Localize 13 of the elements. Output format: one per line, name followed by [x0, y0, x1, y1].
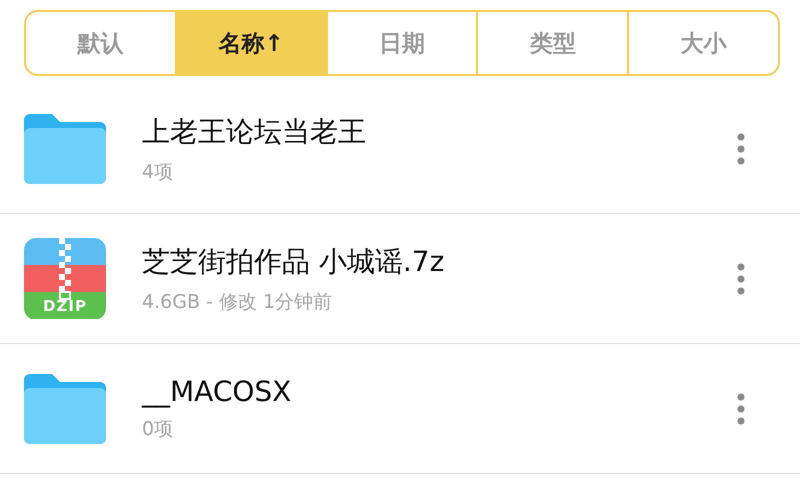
file-name: __MACOSX — [142, 375, 292, 408]
file-detail: 4项 — [142, 160, 174, 184]
file-name: 芝芝街拍作品 小城谣.7z — [142, 244, 446, 280]
sort-tab[interactable]: 名称↑ — [174, 12, 326, 74]
more-icon[interactable] — [736, 262, 746, 294]
sort-tab[interactable]: 大小 — [627, 12, 778, 74]
more-icon[interactable] — [736, 132, 746, 164]
file-name: 上老王论坛当老王 — [142, 114, 367, 150]
folder-icon — [24, 114, 106, 184]
file-detail: 0项 — [142, 417, 174, 442]
more-icon[interactable] — [736, 392, 746, 424]
folder-icon — [24, 374, 106, 444]
file-detail: 4.6GB - 修改 1分钟前 — [142, 290, 334, 314]
